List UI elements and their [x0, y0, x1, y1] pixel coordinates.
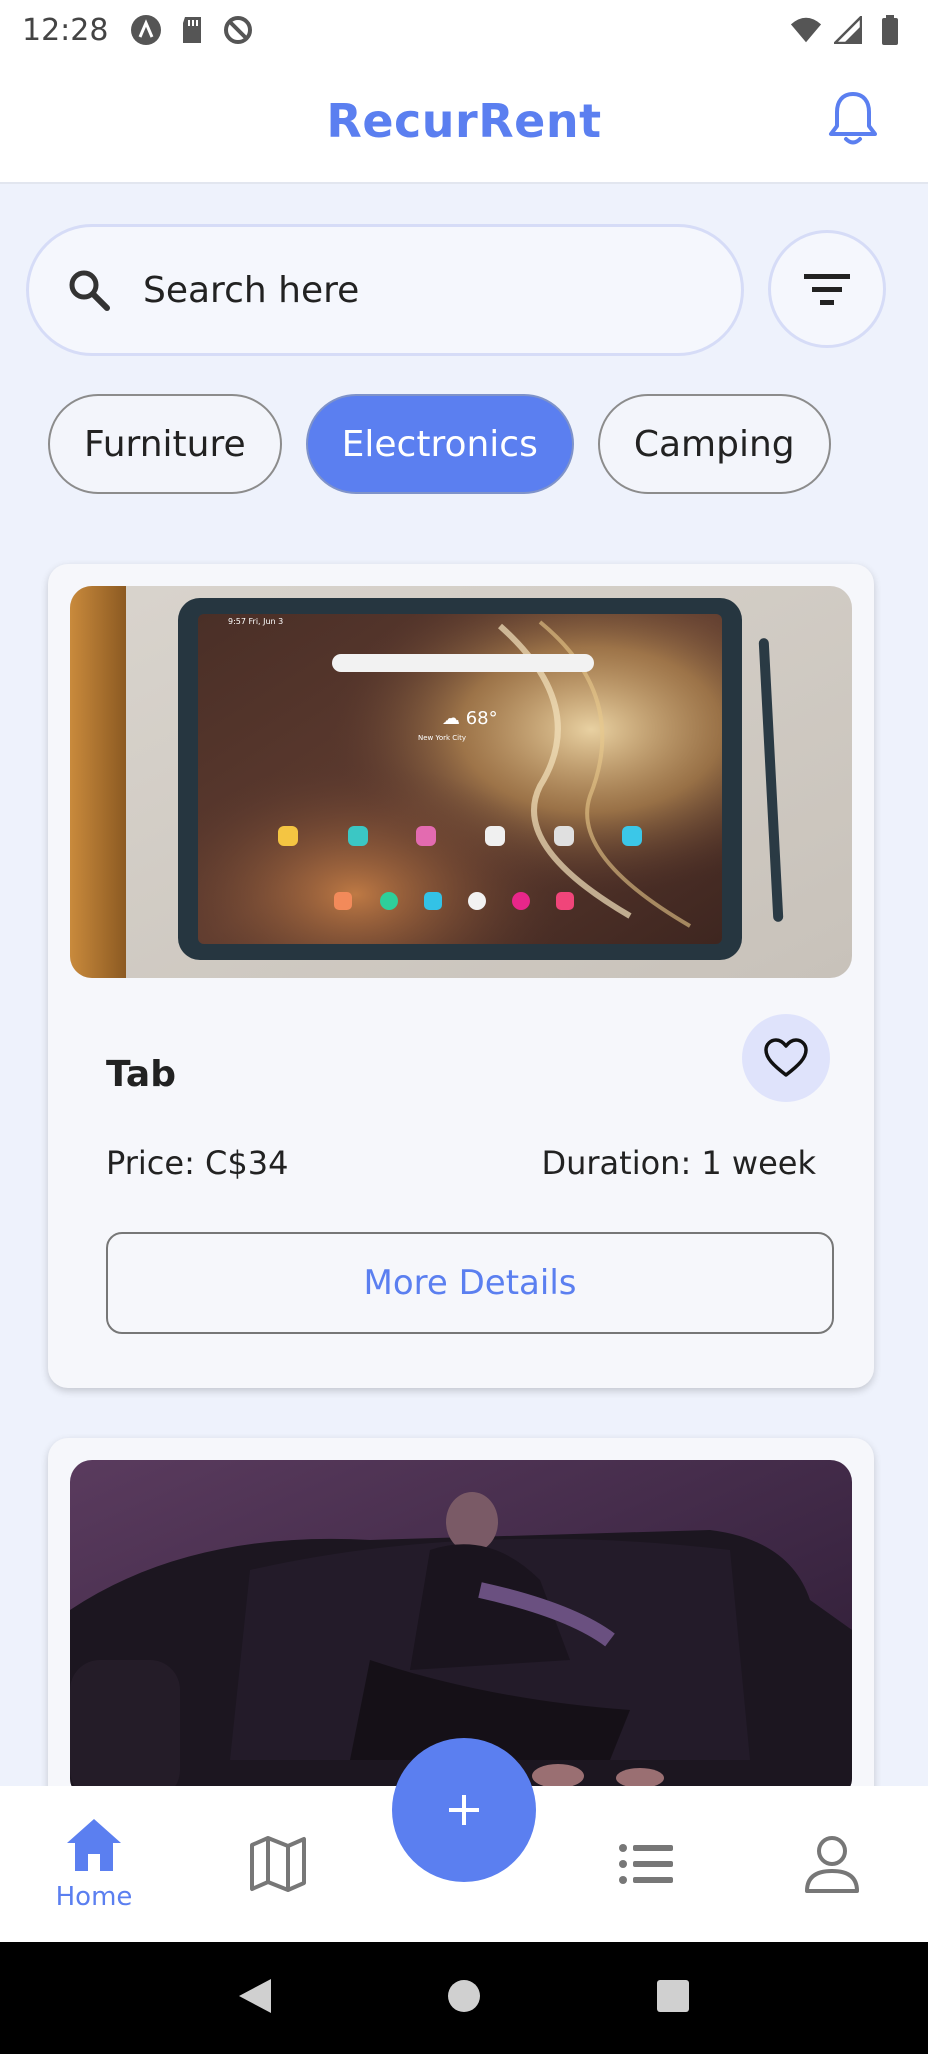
listing-title: Tab — [106, 1054, 176, 1095]
chip-camping[interactable]: Camping — [597, 394, 831, 494]
svg-text:9:57 Fri, Jun 3: 9:57 Fri, Jun 3 — [228, 617, 283, 626]
map-icon — [250, 1836, 306, 1892]
battery-icon — [874, 14, 906, 46]
recents-icon[interactable] — [655, 1978, 691, 2018]
search-input[interactable]: Search here — [26, 224, 744, 356]
listing-card[interactable]: 9:57 Fri, Jun 3 ☁ 68° New York City Tab … — [48, 564, 874, 1388]
status-icons-right — [790, 14, 906, 46]
app-title: RecurRent — [326, 94, 602, 148]
heart-icon — [764, 1038, 808, 1077]
category-chips: Furniture Electronics Camping — [48, 394, 831, 494]
chip-furniture[interactable]: Furniture — [48, 394, 282, 494]
listing-price: Price: C$34 — [106, 1144, 289, 1182]
svg-text:☁ 68°: ☁ 68° — [442, 708, 498, 729]
nav-map[interactable] — [218, 1786, 338, 1942]
favorite-button[interactable] — [742, 1014, 830, 1102]
notifications-button[interactable] — [822, 88, 884, 150]
cell-signal-icon — [832, 14, 864, 46]
add-listing-button[interactable] — [392, 1738, 536, 1882]
home-icon — [67, 1819, 121, 1871]
filter-button[interactable] — [768, 230, 886, 348]
back-icon[interactable] — [237, 1977, 273, 2019]
plus-icon — [449, 1795, 479, 1825]
wifi-icon — [790, 14, 822, 46]
list-icon — [619, 1844, 673, 1884]
chip-electronics[interactable]: Electronics — [305, 394, 574, 494]
do-not-disturb-icon — [222, 14, 254, 46]
nav-list[interactable] — [586, 1786, 706, 1942]
home-circle-icon[interactable] — [446, 1978, 482, 2018]
nav-home-label: Home — [55, 1882, 133, 1912]
svg-text:New York City: New York City — [418, 734, 466, 742]
search-placeholder: Search here — [143, 269, 360, 311]
profile-icon — [805, 1836, 859, 1893]
sd-card-icon — [176, 14, 208, 46]
app-notification-icon — [130, 14, 162, 46]
search-icon — [69, 270, 110, 311]
listing-duration: Duration: 1 week — [541, 1144, 816, 1182]
bell-icon — [829, 92, 877, 145]
listing-image-tablet: 9:57 Fri, Jun 3 ☁ 68° New York City — [70, 586, 852, 978]
app-bar: RecurRent — [0, 60, 928, 184]
nav-profile[interactable] — [772, 1786, 892, 1942]
status-icons-left — [130, 14, 254, 46]
more-details-button[interactable]: More Details — [106, 1232, 834, 1334]
status-bar: 12:28 — [0, 0, 928, 60]
system-navigation-bar — [0, 1942, 928, 2054]
nav-home[interactable]: Home — [34, 1786, 154, 1942]
status-time: 12:28 — [22, 12, 109, 48]
app-screen: 12:28 RecurRent Search here Furniture El… — [0, 0, 928, 2054]
filter-icon — [804, 274, 850, 305]
